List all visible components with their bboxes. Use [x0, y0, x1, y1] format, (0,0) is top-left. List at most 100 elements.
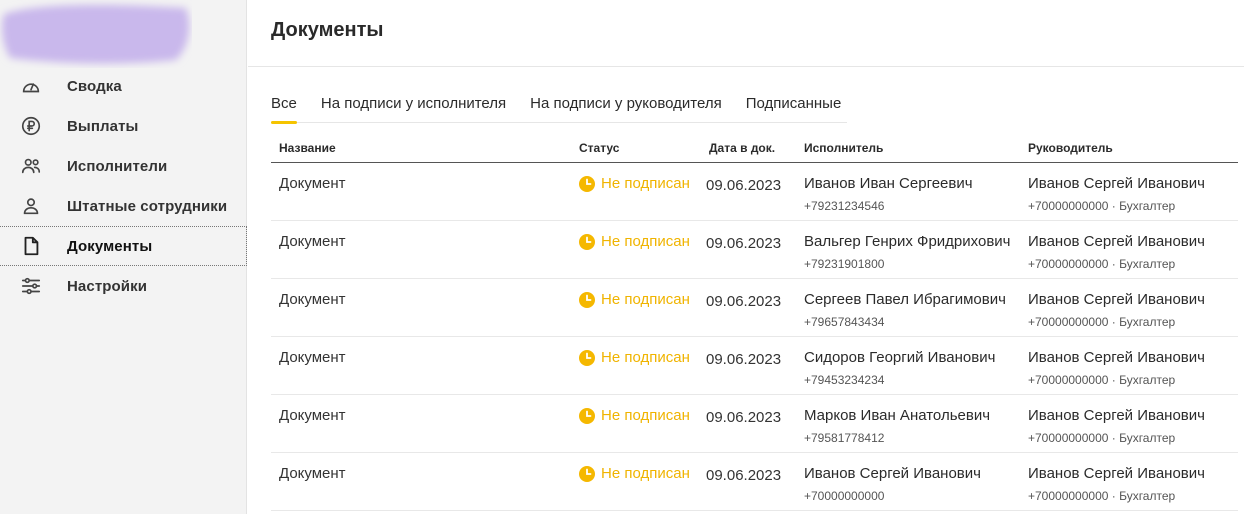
manager-details: +70000000000 · Бухгалтер	[1028, 373, 1176, 387]
table-row[interactable]: Документ Не подписан 09.06.2023 Иванов С…	[271, 453, 1238, 511]
manager-name[interactable]: Иванов Сергей Иванович	[1028, 175, 1205, 193]
status-text: Не подписан	[601, 349, 690, 366]
document-date: 09.06.2023	[706, 467, 782, 484]
document-date: 09.06.2023	[706, 351, 782, 368]
document-name[interactable]: Документ	[279, 291, 346, 308]
executor-phone: +79581778412	[804, 431, 885, 445]
table-row[interactable]: Документ Не подписан 09.06.2023 Сидоров …	[271, 337, 1238, 395]
manager-name[interactable]: Иванов Сергей Иванович	[1028, 349, 1205, 367]
document-tabs: Все На подписи у исполнителя На подписи …	[271, 95, 848, 124]
column-header-date[interactable]: Дата в док.	[709, 141, 775, 155]
document-name[interactable]: Документ	[279, 349, 346, 366]
column-header-manager[interactable]: Руководитель	[1028, 141, 1113, 155]
column-header-name[interactable]: Название	[279, 141, 336, 155]
status-text: Не подписан	[601, 465, 690, 482]
table-row[interactable]: Документ Не подписан 09.06.2023 Вальгер …	[271, 221, 1238, 279]
status-badge: Не подписан	[579, 465, 690, 482]
document-name[interactable]: Документ	[279, 407, 346, 424]
user-icon	[19, 195, 43, 217]
manager-cell: Иванов Сергей Иванович +70000000000 · Бу…	[1028, 407, 1205, 445]
clock-icon	[579, 465, 595, 482]
clock-icon	[579, 407, 595, 424]
status-badge: Не подписан	[579, 349, 690, 366]
executor-name[interactable]: Сидоров Георгий Иванович	[804, 349, 995, 367]
manager-name[interactable]: Иванов Сергей Иванович	[1028, 465, 1205, 483]
executor-cell: Иванов Сергей Иванович +70000000000	[804, 465, 981, 503]
manager-details: +70000000000 · Бухгалтер	[1028, 199, 1176, 213]
status-badge: Не подписан	[579, 233, 690, 250]
status-badge: Не подписан	[579, 291, 690, 308]
clock-icon	[579, 175, 595, 192]
document-name[interactable]: Документ	[279, 175, 346, 192]
manager-details: +70000000000 · Бухгалтер	[1028, 489, 1176, 503]
executor-cell: Сидоров Георгий Иванович +79453234234	[804, 349, 995, 387]
users-icon	[19, 155, 43, 177]
documents-table: Название Статус Дата в док. Исполнитель …	[271, 134, 1238, 511]
header-divider	[248, 66, 1244, 67]
sidebar-item-summary[interactable]: Сводка	[0, 66, 247, 106]
sidebar-item-staff[interactable]: Штатные сотрудники	[0, 186, 247, 226]
document-date: 09.06.2023	[706, 235, 782, 252]
manager-name[interactable]: Иванов Сергей Иванович	[1028, 291, 1205, 309]
executor-name[interactable]: Иванов Сергей Иванович	[804, 465, 981, 483]
main-content: Документы Все На подписи у исполнителя Н…	[248, 0, 1244, 514]
ruble-icon	[19, 115, 43, 137]
table-header: Название Статус Дата в док. Исполнитель …	[271, 134, 1238, 163]
sidebar-nav: Сводка Выплаты Исполнители Штатные сотру…	[0, 66, 247, 306]
executor-phone: +70000000000	[804, 489, 885, 503]
table-row[interactable]: Документ Не подписан 09.06.2023 Иванов И…	[271, 163, 1238, 221]
sidebar-item-label: Выплаты	[67, 117, 139, 135]
executor-name[interactable]: Вальгер Генрих Фридрихович	[804, 233, 1010, 251]
manager-cell: Иванов Сергей Иванович +70000000000 · Бу…	[1028, 291, 1205, 329]
table-row[interactable]: Документ Не подписан 09.06.2023 Сергеев …	[271, 279, 1238, 337]
document-name[interactable]: Документ	[279, 465, 346, 482]
manager-cell: Иванов Сергей Иванович +70000000000 · Бу…	[1028, 233, 1205, 271]
column-header-executor[interactable]: Исполнитель	[804, 141, 883, 155]
tab-all[interactable]: Все	[271, 95, 297, 124]
clock-icon	[579, 291, 595, 308]
sidebar-item-label: Исполнители	[67, 157, 168, 175]
manager-cell: Иванов Сергей Иванович +70000000000 · Бу…	[1028, 349, 1205, 387]
sidebar: Сводка Выплаты Исполнители Штатные сотру…	[0, 0, 247, 514]
sidebar-item-documents[interactable]: Документы	[0, 226, 247, 266]
executor-name[interactable]: Марков Иван Анатольевич	[804, 407, 990, 425]
tab-manager-signing[interactable]: На подписи у руководителя	[530, 95, 722, 123]
page-title: Документы	[271, 19, 384, 41]
document-date: 09.06.2023	[706, 293, 782, 310]
manager-cell: Иванов Сергей Иванович +70000000000 · Бу…	[1028, 175, 1205, 213]
manager-details: +70000000000 · Бухгалтер	[1028, 431, 1176, 445]
status-text: Не подписан	[601, 407, 690, 424]
executor-name[interactable]: Иванов Иван Сергеевич	[804, 175, 973, 193]
executor-phone: +79657843434	[804, 315, 885, 329]
manager-cell: Иванов Сергей Иванович +70000000000 · Бу…	[1028, 465, 1205, 503]
sidebar-item-settings[interactable]: Настройки	[0, 266, 247, 306]
tab-signed[interactable]: Подписанные	[746, 95, 842, 123]
status-text: Не подписан	[601, 175, 690, 192]
executor-name[interactable]: Сергеев Павел Ибрагимович	[804, 291, 1006, 309]
sidebar-item-executors[interactable]: Исполнители	[0, 146, 247, 186]
status-badge: Не подписан	[579, 407, 690, 424]
executor-cell: Вальгер Генрих Фридрихович +79231901800	[804, 233, 1010, 271]
manager-name[interactable]: Иванов Сергей Иванович	[1028, 407, 1205, 425]
executor-cell: Сергеев Павел Ибрагимович +79657843434	[804, 291, 1006, 329]
logo[interactable]	[0, 0, 192, 68]
table-row[interactable]: Документ Не подписан 09.06.2023 Марков И…	[271, 395, 1238, 453]
sidebar-item-label: Сводка	[67, 77, 122, 95]
clock-icon	[579, 233, 595, 250]
sidebar-item-label: Настройки	[67, 277, 148, 295]
manager-details: +70000000000 · Бухгалтер	[1028, 257, 1176, 271]
sidebar-item-payments[interactable]: Выплаты	[0, 106, 247, 146]
executor-phone: +79231901800	[804, 257, 885, 271]
sidebar-item-label: Документы	[67, 237, 153, 255]
executor-cell: Иванов Иван Сергеевич +79231234546	[804, 175, 973, 213]
document-date: 09.06.2023	[706, 177, 782, 194]
document-name[interactable]: Документ	[279, 233, 346, 250]
sliders-icon	[19, 275, 43, 297]
column-header-status[interactable]: Статус	[579, 141, 619, 155]
logo-image	[2, 4, 190, 64]
document-date: 09.06.2023	[706, 409, 782, 426]
manager-name[interactable]: Иванов Сергей Иванович	[1028, 233, 1205, 251]
executor-cell: Марков Иван Анатольевич +79581778412	[804, 407, 990, 445]
tab-executor-signing[interactable]: На подписи у исполнителя	[321, 95, 506, 123]
executor-phone: +79453234234	[804, 373, 885, 387]
